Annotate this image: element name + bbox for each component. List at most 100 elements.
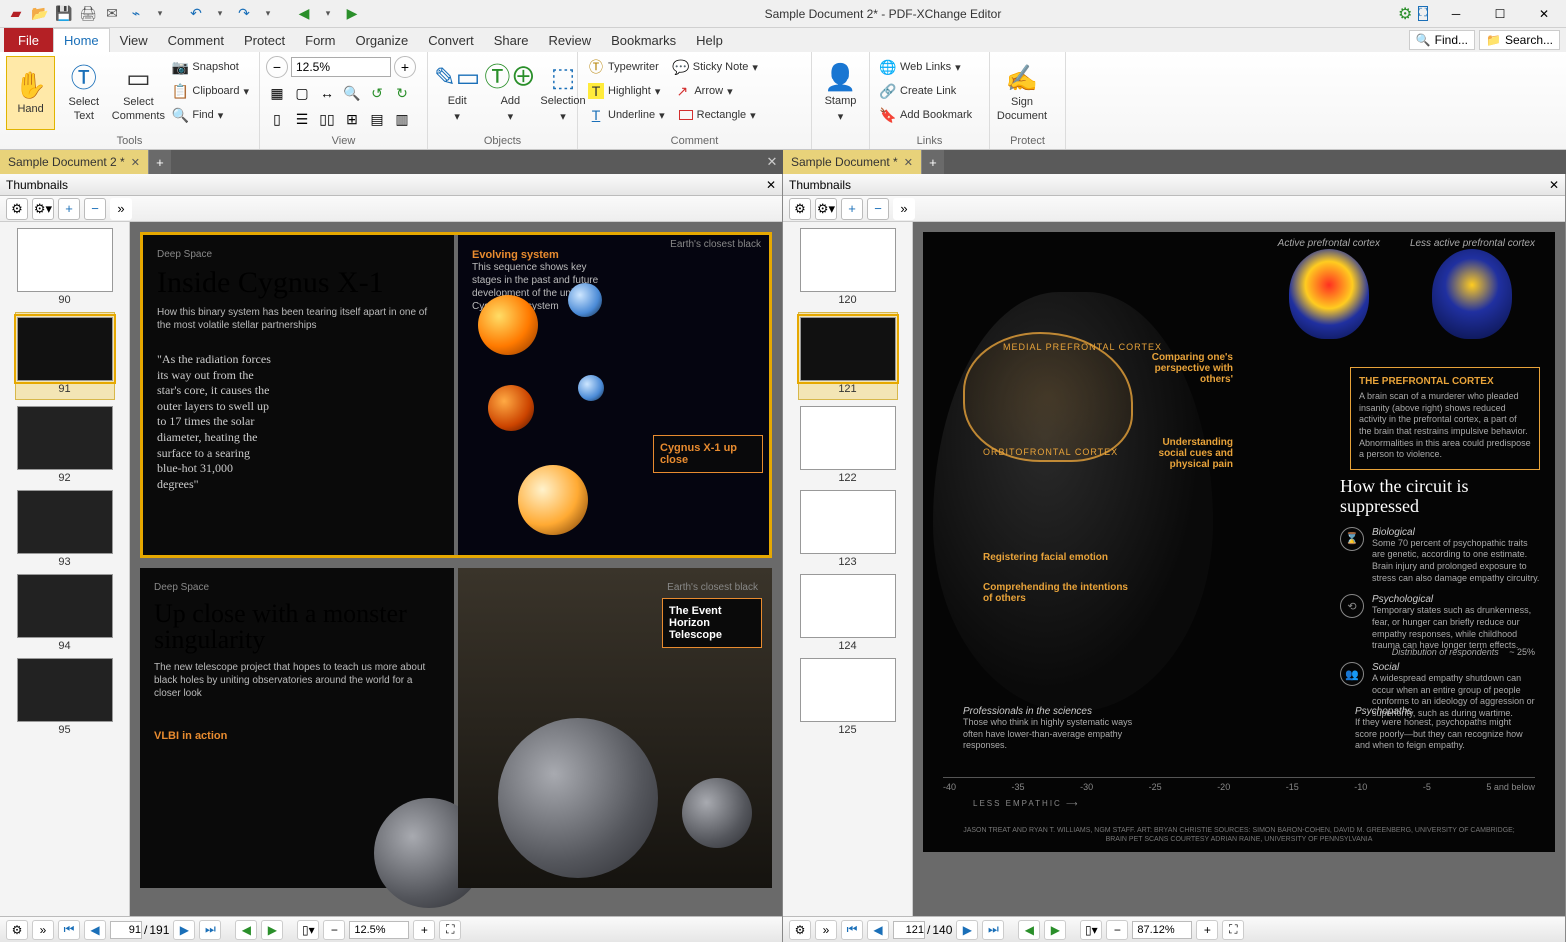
- minimize-button[interactable]: ─: [1434, 0, 1478, 28]
- nav-forward-button[interactable]: ▶: [342, 4, 362, 24]
- ui-options-button[interactable]: ⚙: [1398, 4, 1412, 24]
- sb-page-layout-icon[interactable]: ▯▾: [297, 920, 319, 940]
- thumb-95[interactable]: 95: [15, 658, 115, 736]
- page-view-right[interactable]: Active prefrontal cortex Less active pre…: [913, 222, 1565, 916]
- sb-prev-page-icon[interactable]: ◀: [84, 920, 106, 940]
- sb-zoom-input-2[interactable]: [1132, 921, 1192, 939]
- sb-zoom-in-icon[interactable]: +: [413, 920, 435, 940]
- edit-object-tool[interactable]: ✎▭Edit ▾: [434, 56, 480, 130]
- thumb-zoom-out-icon-2[interactable]: −: [867, 198, 889, 220]
- thumb-93[interactable]: 93: [15, 490, 115, 568]
- menu-protect[interactable]: Protect: [234, 28, 295, 52]
- two-continuous-icon[interactable]: ⊞: [341, 108, 363, 130]
- thumb-123[interactable]: 123: [798, 490, 898, 568]
- sb-prev-page-icon-2[interactable]: ◀: [867, 920, 889, 940]
- typewriter-tool[interactable]: ⓉTypewriter: [584, 56, 663, 78]
- page-layout-icon[interactable]: ▤: [366, 108, 388, 130]
- sb-last-page-icon[interactable]: ⏭: [199, 920, 221, 940]
- highlight-tool[interactable]: THighlight ▾: [584, 80, 664, 102]
- sb-more-icon[interactable]: »: [32, 920, 54, 940]
- sb-first-page-icon-2[interactable]: ⏮: [841, 920, 863, 940]
- add-object-tool[interactable]: Ⓣ⊕Add ▾: [484, 56, 536, 130]
- open-button[interactable]: 📂: [30, 4, 50, 24]
- doc-tab-2[interactable]: Sample Document * ✕: [783, 150, 922, 174]
- sb-next-page-icon[interactable]: ▶: [173, 920, 195, 940]
- zoom-input[interactable]: [291, 57, 391, 77]
- thumb-zoom-out-icon[interactable]: −: [84, 198, 106, 220]
- close-tab-icon[interactable]: ✕: [904, 156, 913, 169]
- find-button[interactable]: 🔍 Find...: [1409, 30, 1475, 50]
- add-bookmark-tool[interactable]: 🔖Add Bookmark: [876, 104, 976, 126]
- find-tool[interactable]: 🔍Find ▾: [168, 104, 253, 126]
- menu-form[interactable]: Form: [295, 28, 345, 52]
- single-page-icon[interactable]: ▯: [266, 108, 288, 130]
- thumb-zoom-in-icon[interactable]: +: [58, 198, 80, 220]
- thumb-zoom-in-icon-2[interactable]: +: [841, 198, 863, 220]
- web-links-tool[interactable]: 🌐Web Links ▾: [876, 56, 965, 78]
- rectangle-tool[interactable]: Rectangle ▾: [675, 104, 760, 126]
- fit-width-icon[interactable]: ↔: [316, 82, 338, 104]
- sb-nav-fwd-icon-2[interactable]: ▶: [1044, 920, 1066, 940]
- qat-more[interactable]: ▾: [150, 4, 170, 24]
- thumb-121[interactable]: 121: [798, 312, 898, 400]
- hand-tool[interactable]: ✋Hand: [6, 56, 55, 130]
- page-extra-icon[interactable]: ▥: [391, 108, 413, 130]
- underline-tool[interactable]: TUnderline ▾: [584, 104, 669, 126]
- sb-fit-icon-2[interactable]: ⛶: [1222, 920, 1244, 940]
- sb-nav-back-icon-2[interactable]: ◀: [1018, 920, 1040, 940]
- thumb-options2-icon-2[interactable]: ⚙▾: [815, 198, 837, 220]
- rotate-cw-icon[interactable]: ↻: [391, 82, 413, 104]
- thumb-collapse-icon-2[interactable]: »: [893, 198, 915, 220]
- menu-review[interactable]: Review: [538, 28, 601, 52]
- nav-back-more[interactable]: ▾: [318, 4, 338, 24]
- add-tab-button-2[interactable]: +: [922, 150, 944, 174]
- menu-home[interactable]: Home: [53, 28, 110, 52]
- close-tab-icon[interactable]: ✕: [131, 156, 140, 169]
- zoom-out-button[interactable]: −: [266, 56, 288, 78]
- redo-more[interactable]: ▾: [258, 4, 278, 24]
- menu-help[interactable]: Help: [686, 28, 733, 52]
- redo-button[interactable]: ↷: [234, 4, 254, 24]
- arrow-tool[interactable]: ↗Arrow ▾: [670, 80, 736, 102]
- zoom-in-button[interactable]: +: [394, 56, 416, 78]
- maximize-button[interactable]: ☐: [1478, 0, 1522, 28]
- thumb-90[interactable]: 90: [15, 228, 115, 306]
- sb-zoom-out-icon-2[interactable]: −: [1106, 920, 1128, 940]
- clipboard-tool[interactable]: 📋Clipboard ▾: [168, 80, 253, 102]
- thumbnail-strip-right[interactable]: 120 121 122 123 124 125: [783, 222, 913, 916]
- launch-button[interactable]: ⛶: [1418, 6, 1428, 21]
- menu-share[interactable]: Share: [484, 28, 539, 52]
- scan-button[interactable]: ⌁: [126, 4, 146, 24]
- thumb-options-icon[interactable]: ⚙: [6, 198, 28, 220]
- snapshot-tool[interactable]: 📷Snapshot: [168, 56, 253, 78]
- sign-document-tool[interactable]: ✍Sign Document: [996, 56, 1048, 130]
- sb-page-layout-icon-2[interactable]: ▯▾: [1080, 920, 1102, 940]
- thumb-panel-close[interactable]: ✕: [766, 178, 776, 192]
- continuous-icon[interactable]: ☰: [291, 108, 313, 130]
- menu-convert[interactable]: Convert: [418, 28, 484, 52]
- thumb-91[interactable]: 91: [15, 312, 115, 400]
- page-number-input[interactable]: [110, 921, 142, 939]
- page-number-input-2[interactable]: [893, 921, 925, 939]
- rotate-ccw-icon[interactable]: ↺: [366, 82, 388, 104]
- menu-organize[interactable]: Organize: [345, 28, 418, 52]
- sticky-note-tool[interactable]: 💬Sticky Note ▾: [669, 56, 762, 78]
- undo-button[interactable]: ↶: [186, 4, 206, 24]
- sb-nav-fwd-icon[interactable]: ▶: [261, 920, 283, 940]
- thumb-124[interactable]: 124: [798, 574, 898, 652]
- page-view-left[interactable]: Deep Space Inside Cygnus X-1 How this bi…: [130, 222, 782, 916]
- stamp-tool[interactable]: 👤Stamp ▾: [818, 56, 863, 130]
- menu-comment[interactable]: Comment: [158, 28, 234, 52]
- sb-more-icon-2[interactable]: »: [815, 920, 837, 940]
- thumb-92[interactable]: 92: [15, 406, 115, 484]
- two-page-icon[interactable]: ▯▯: [316, 108, 338, 130]
- sb-zoom-input[interactable]: [349, 921, 409, 939]
- sb-last-page-icon-2[interactable]: ⏭: [982, 920, 1004, 940]
- sb-next-page-icon-2[interactable]: ▶: [956, 920, 978, 940]
- thumb-125[interactable]: 125: [798, 658, 898, 736]
- close-pane-button[interactable]: ✕: [761, 150, 783, 174]
- close-button[interactable]: ✕: [1522, 0, 1566, 28]
- thumb-collapse-icon[interactable]: »: [110, 198, 132, 220]
- sb-fit-icon[interactable]: ⛶: [439, 920, 461, 940]
- print-button[interactable]: 🖨: [78, 4, 98, 24]
